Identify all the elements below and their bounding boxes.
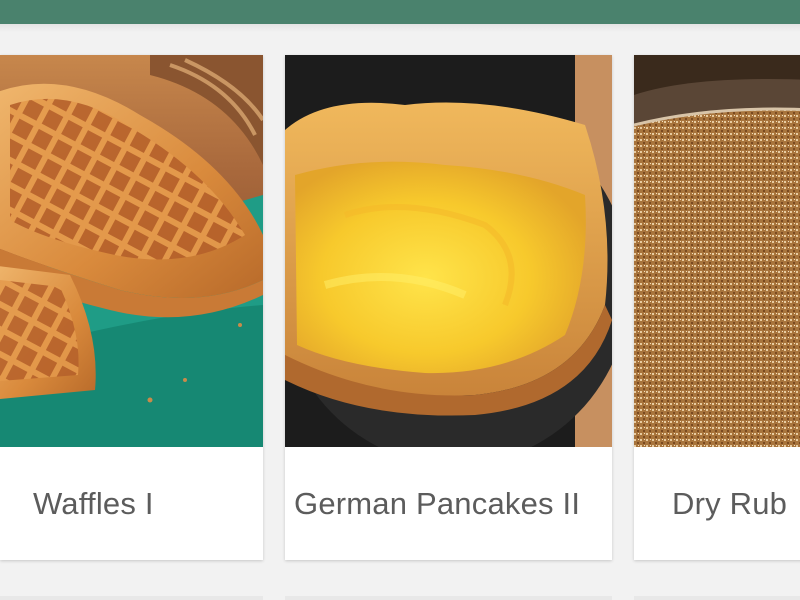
recipe-carousel[interactable]: Waffles I German Pancakes II Dry Rub	[0, 0, 800, 600]
recipe-title[interactable]: Dry Rub	[634, 447, 800, 560]
recipe-title[interactable]: German Pancakes II	[285, 447, 612, 560]
next-row-card-edge	[285, 596, 612, 600]
recipe-photo-german-pancakes[interactable]	[285, 55, 612, 447]
waffles-photo-image	[0, 55, 263, 447]
german-pancake-photo-image	[285, 55, 612, 447]
recipe-photo-waffles[interactable]	[0, 55, 263, 447]
recipe-photo-dry-rub[interactable]	[634, 55, 800, 447]
next-row-card-edge	[634, 596, 800, 600]
recipe-card[interactable]: Dry Rub	[634, 55, 800, 560]
recipe-title[interactable]: Waffles I	[0, 447, 263, 560]
recipe-card[interactable]: Waffles I	[0, 55, 263, 560]
next-row-card-edge	[0, 596, 263, 600]
recipe-card[interactable]: German Pancakes II	[285, 55, 612, 560]
dry-rub-photo-image	[634, 55, 800, 447]
